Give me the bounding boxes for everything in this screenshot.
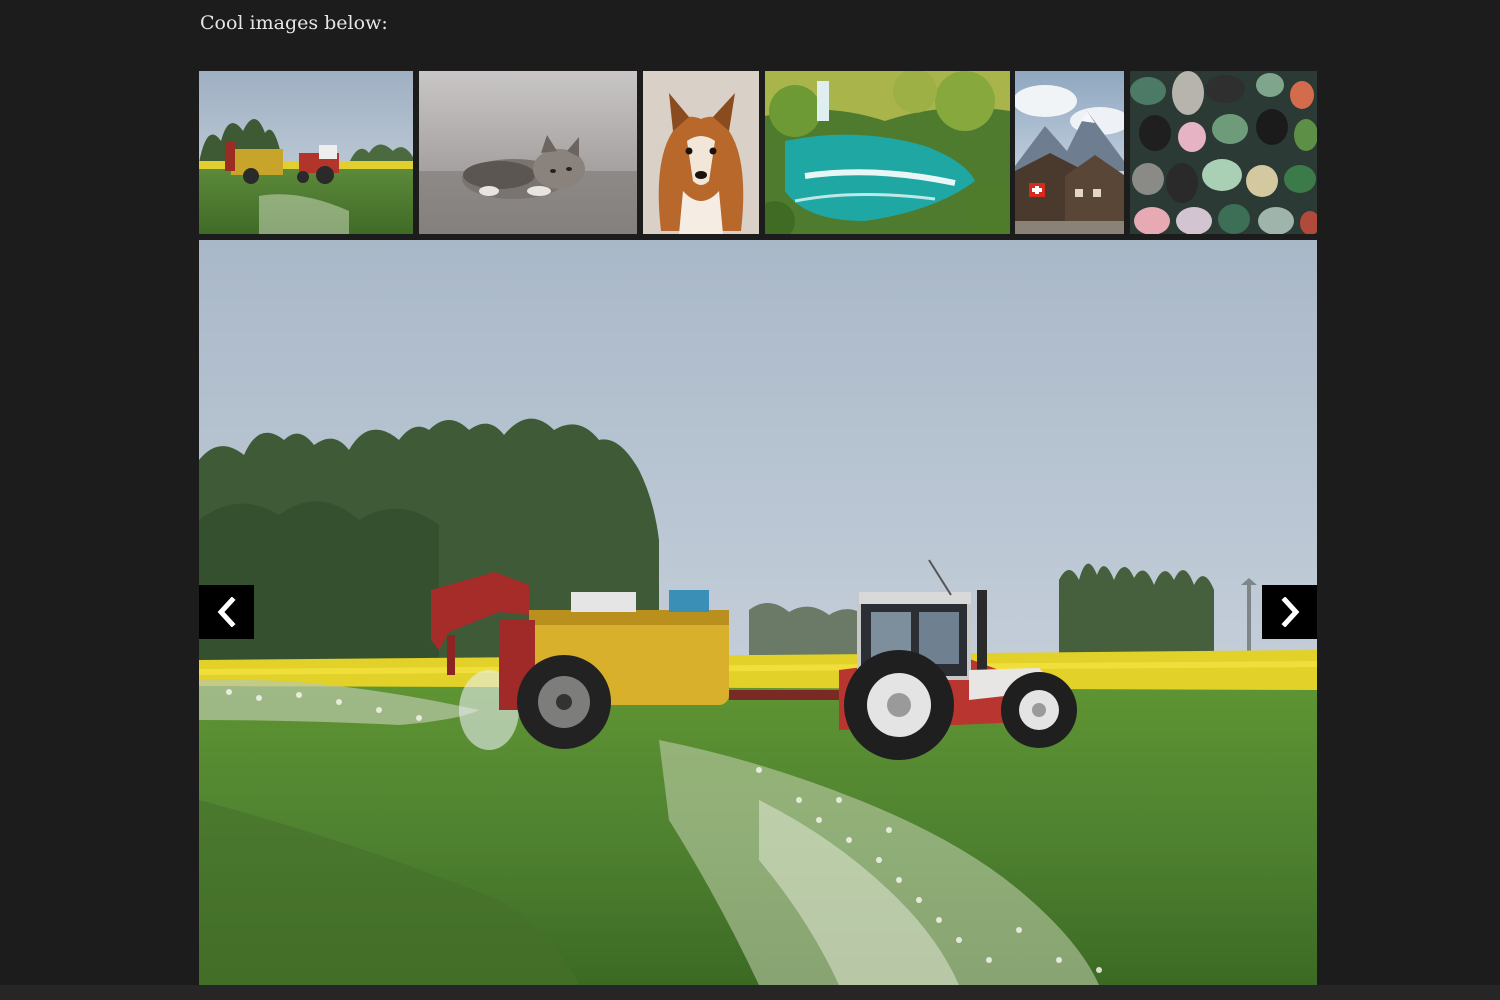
horizontal-scrollbar[interactable] — [0, 985, 1500, 1000]
thumbnail-waterfall[interactable] — [765, 71, 1010, 234]
image-gallery — [199, 71, 1317, 985]
intro-text: Cool images below: — [200, 12, 388, 34]
main-image — [199, 240, 1317, 985]
next-button[interactable] — [1262, 585, 1317, 639]
previous-button[interactable] — [199, 585, 254, 639]
tractor-photo — [199, 240, 1317, 985]
thumbnail-strip — [199, 71, 1317, 234]
thumbnail-tractor[interactable] — [199, 71, 413, 234]
thumbnail-gemstones[interactable] — [1130, 71, 1317, 234]
thumbnail-swiss-village[interactable] — [1015, 71, 1124, 234]
chevron-left-icon — [217, 597, 236, 627]
chevron-right-icon — [1280, 597, 1299, 627]
thumbnail-dog[interactable] — [643, 71, 759, 234]
thumbnail-kitten[interactable] — [419, 71, 637, 234]
